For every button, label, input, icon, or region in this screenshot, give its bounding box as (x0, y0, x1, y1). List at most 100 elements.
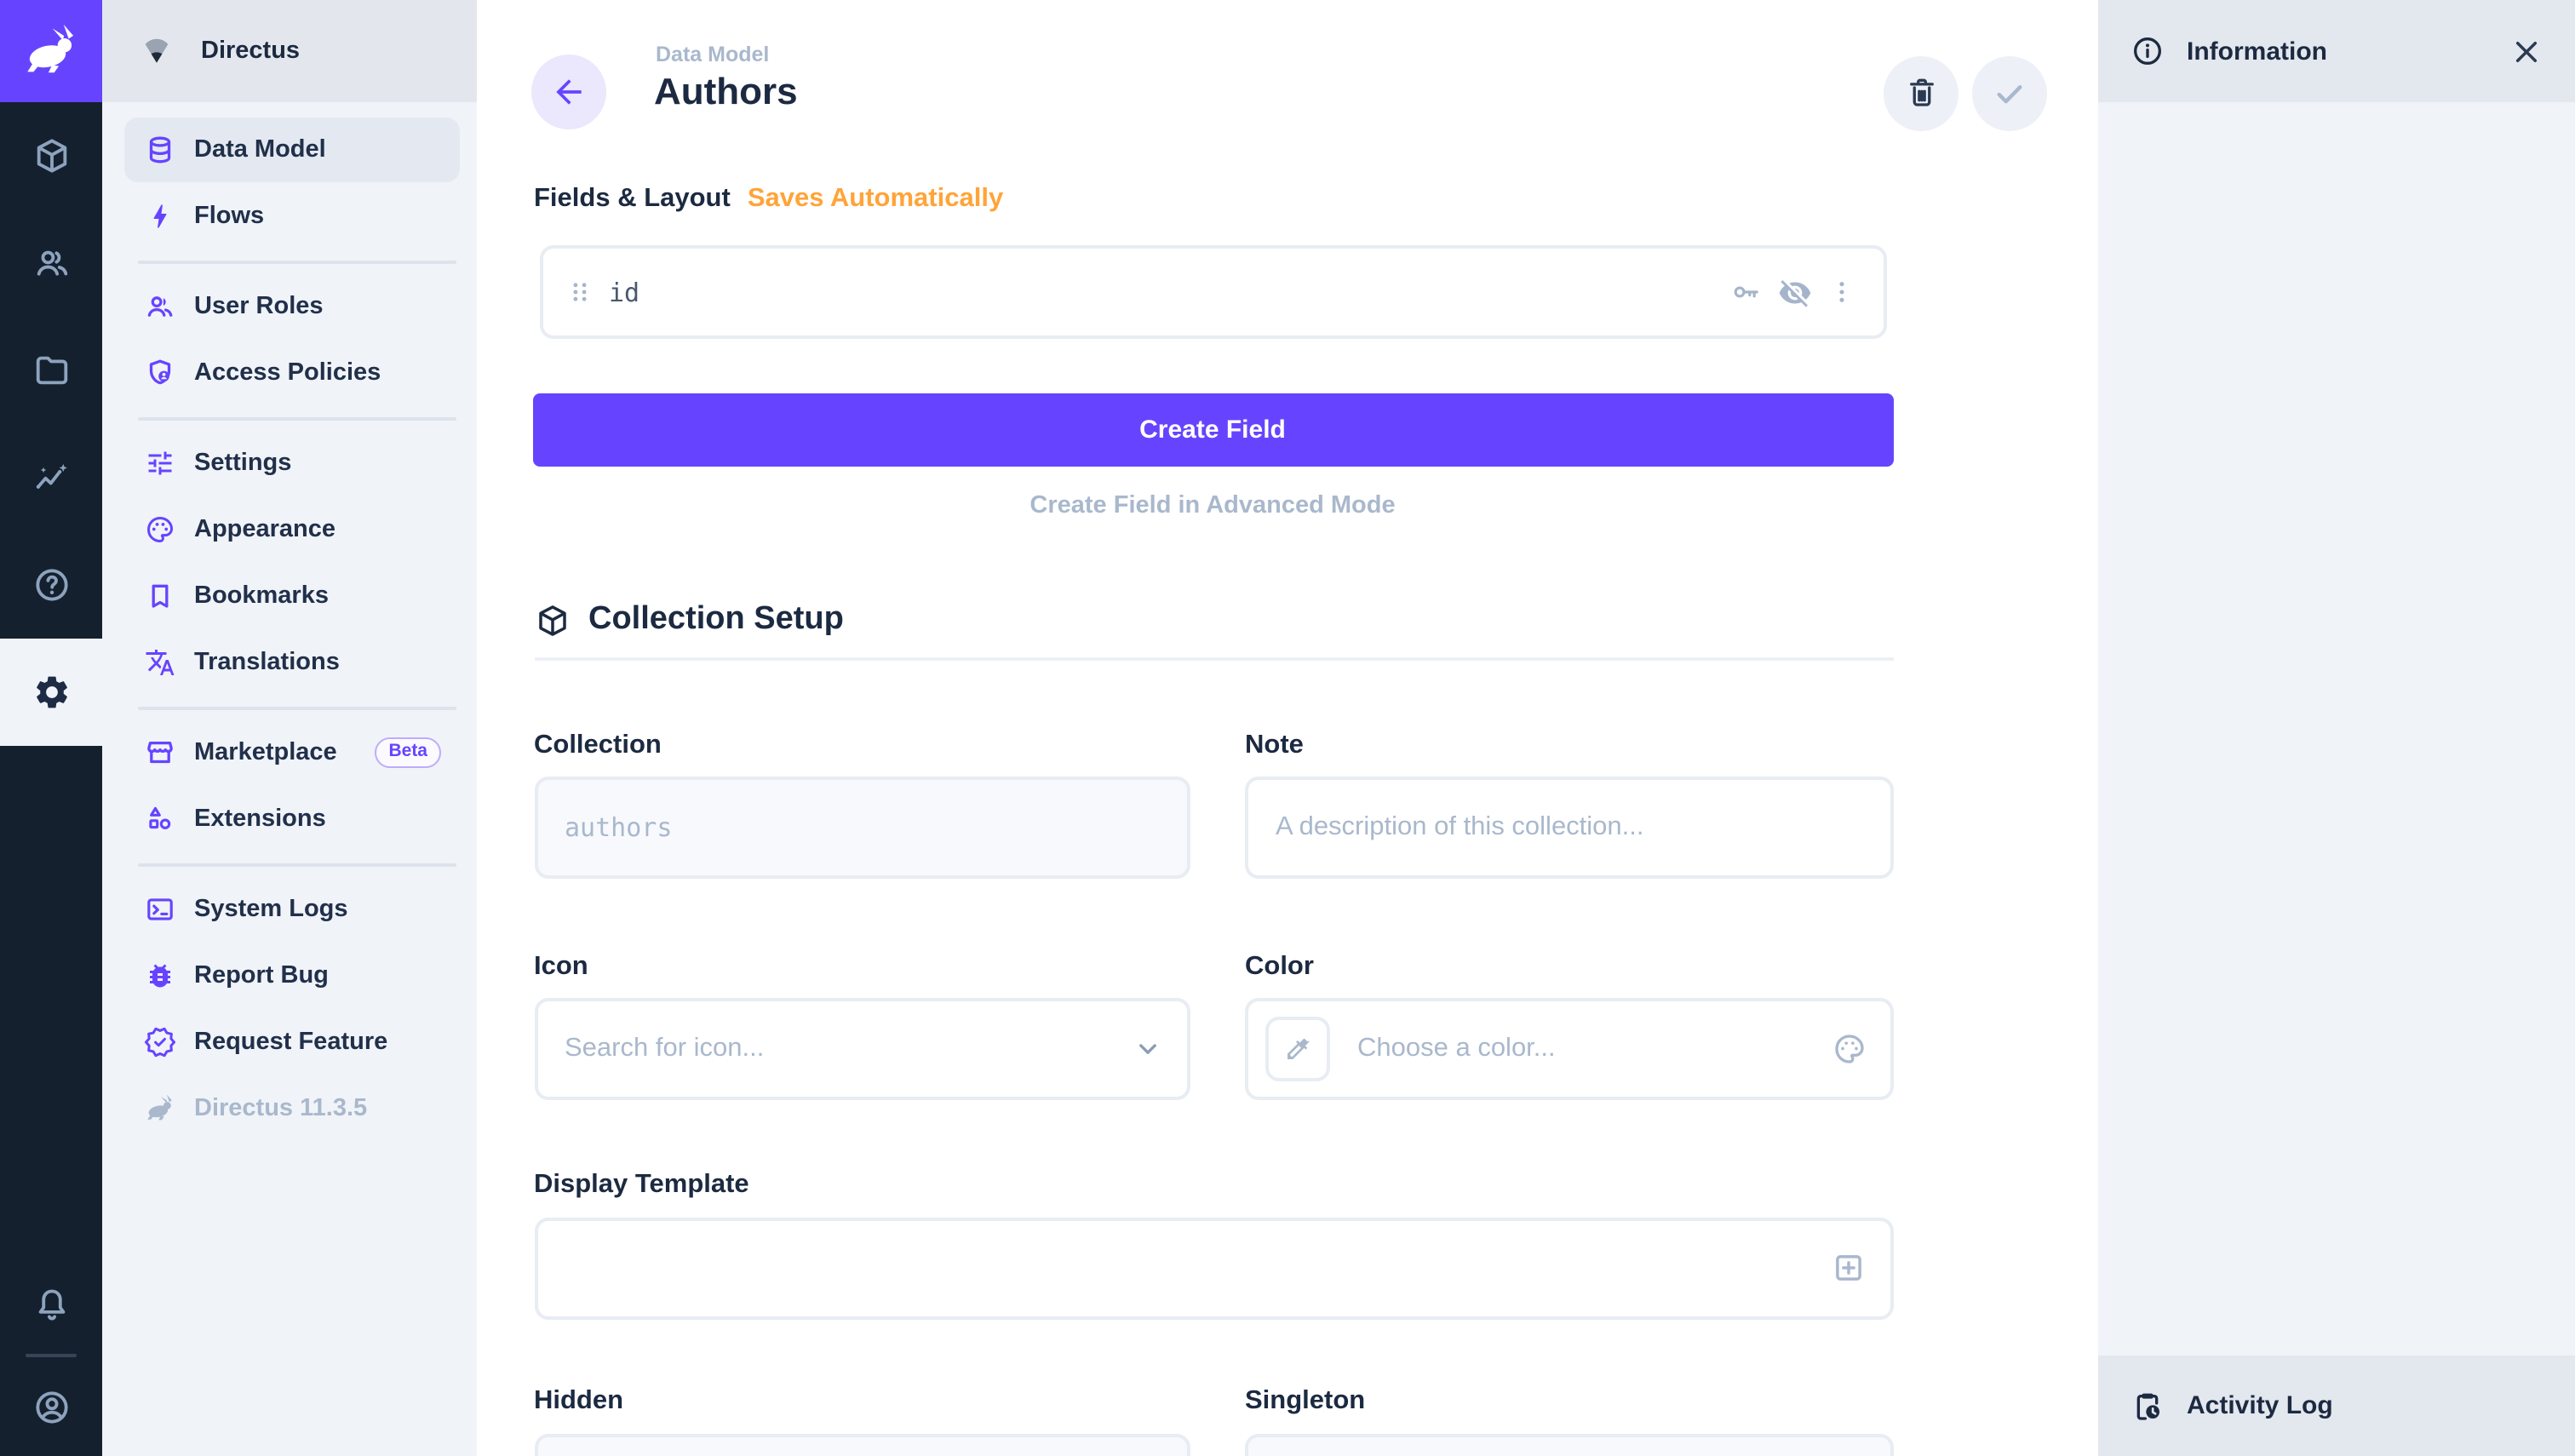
sidebar-item-label: Data Model (194, 136, 326, 163)
icon-label: Icon (534, 952, 588, 983)
project-name: Directus (201, 37, 300, 65)
delete-collection-button[interactable] (1884, 55, 1958, 130)
help-icon (32, 565, 71, 605)
sidebar-item-label: Flows (194, 203, 264, 230)
app-version: Directus 11.3.5 (124, 1076, 460, 1141)
note-input-wrap (1245, 777, 1893, 879)
sidebar-item-user-roles[interactable]: User Roles (124, 274, 460, 339)
users-icon (32, 244, 71, 283)
sidebar-item-bookmarks[interactable]: Bookmarks (124, 564, 460, 628)
sidebar-item-request-feature[interactable]: Request Feature (124, 1010, 460, 1075)
sidebar-item-settings[interactable]: Settings (124, 431, 460, 496)
nav-sidebar: Directus Data Model (102, 0, 477, 1456)
module-list (0, 102, 102, 746)
display-template-input-wrap (534, 1217, 1893, 1319)
sidebar-item-flows[interactable]: Flows (124, 184, 460, 249)
display-template-label: Display Template (534, 1170, 749, 1201)
autosave-note: Saves Automatically (748, 184, 1003, 215)
module-settings[interactable] (0, 639, 102, 746)
sidebar-item-access-policies[interactable]: Access Policies (124, 341, 460, 405)
color-input-wrap (1245, 998, 1893, 1100)
header-actions (1884, 55, 2047, 130)
bug-icon (145, 960, 175, 991)
color-input[interactable] (1330, 1001, 1832, 1097)
notifications-button[interactable] (0, 1255, 102, 1354)
close-icon[interactable] (2510, 35, 2543, 67)
terminal-icon (145, 894, 175, 925)
sidebar-item-data-model[interactable]: Data Model (124, 118, 460, 182)
back-button[interactable] (531, 54, 606, 129)
create-field-button[interactable]: Create Field (532, 393, 1893, 466)
sidebar-item-report-bug[interactable]: Report Bug (124, 943, 460, 1008)
module-insights[interactable] (0, 424, 102, 531)
project-chooser[interactable]: Directus (102, 0, 477, 102)
database-icon (145, 135, 175, 165)
storefront-icon (145, 737, 175, 768)
group-icon (145, 291, 175, 322)
module-files[interactable] (0, 317, 102, 424)
insights-icon (32, 458, 71, 497)
sidebar-item-label: Marketplace (194, 739, 337, 766)
fields-layout-header: Fields & Layout Saves Automatically (534, 184, 1003, 215)
nav-divider (138, 416, 456, 420)
create-field-advanced-link[interactable]: Create Field in Advanced Mode (532, 492, 1893, 519)
sidebar-item-label: Report Bug (194, 962, 329, 989)
directus-rabbit-icon (22, 22, 80, 80)
color-swatch-button[interactable] (1265, 1017, 1330, 1081)
sidebar-item-system-logs[interactable]: System Logs (124, 877, 460, 942)
color-label: Color (1245, 952, 1314, 983)
icon-search-input[interactable] (537, 1001, 1132, 1097)
info-icon (2131, 34, 2165, 68)
hidden-toggle[interactable] (534, 1434, 1190, 1456)
info-sidebar-header: Information (2098, 0, 2575, 102)
bolt-icon (145, 201, 175, 232)
icon-input-wrap (534, 998, 1190, 1100)
collection-input-wrap (534, 777, 1190, 879)
collection-setup-title: Collection Setup (588, 601, 844, 639)
activity-log-label: Activity Log (2187, 1391, 2333, 1420)
palette-small-icon[interactable] (1832, 1032, 1866, 1066)
module-bar-bottom (0, 1255, 102, 1456)
shapes-icon (145, 804, 175, 834)
trash-icon (1903, 75, 1939, 111)
module-help[interactable] (0, 531, 102, 639)
app-version-label: Directus 11.3.5 (194, 1095, 367, 1122)
sidebar-item-label: Access Policies (194, 359, 381, 387)
singleton-toggle[interactable] (1245, 1434, 1893, 1456)
kebab-menu-icon[interactable] (1827, 278, 1855, 307)
fields-layout-title: Fields & Layout (534, 184, 731, 215)
folder-icon (32, 351, 71, 390)
breadcrumb[interactable]: Data Model (656, 43, 769, 66)
module-content[interactable] (0, 102, 102, 209)
bell-icon (32, 1285, 71, 1324)
sidebar-item-label: Translations (194, 649, 340, 676)
save-button[interactable] (1972, 55, 2047, 130)
display-template-input[interactable] (537, 1220, 1830, 1316)
sidebar-item-translations[interactable]: Translations (124, 630, 460, 695)
sidebar-item-label: Request Feature (194, 1029, 387, 1056)
check-icon (1991, 74, 2028, 112)
page-title: Authors (654, 70, 798, 114)
directus-logo-button[interactable] (0, 0, 102, 102)
field-row-id[interactable]: id (539, 245, 1886, 339)
activity-log-button[interactable]: Activity Log (2098, 1356, 2575, 1456)
add-field-icon[interactable] (1830, 1250, 1866, 1286)
nav-list: Data Model Flows (102, 118, 477, 1143)
note-label: Note (1245, 731, 1304, 761)
sidebar-item-marketplace[interactable]: Marketplace Beta (124, 720, 460, 785)
collection-setup-header: Collection Setup (534, 601, 844, 639)
singleton-label: Singleton (1245, 1386, 1365, 1417)
drag-handle-icon[interactable] (565, 278, 594, 307)
beta-badge: Beta (375, 737, 441, 767)
note-input[interactable] (1248, 780, 1890, 875)
field-actions (1729, 275, 1855, 309)
gear-icon (32, 673, 71, 712)
module-users[interactable] (0, 209, 102, 317)
sidebar-item-extensions[interactable]: Extensions (124, 787, 460, 851)
directus-rabbit-small-icon (145, 1093, 175, 1124)
chevron-down-icon[interactable] (1132, 1034, 1162, 1064)
directus-app: Directus Data Model (0, 0, 2575, 1456)
account-button[interactable] (0, 1357, 102, 1456)
sidebar-item-appearance[interactable]: Appearance (124, 497, 460, 562)
section-divider (534, 657, 1893, 661)
